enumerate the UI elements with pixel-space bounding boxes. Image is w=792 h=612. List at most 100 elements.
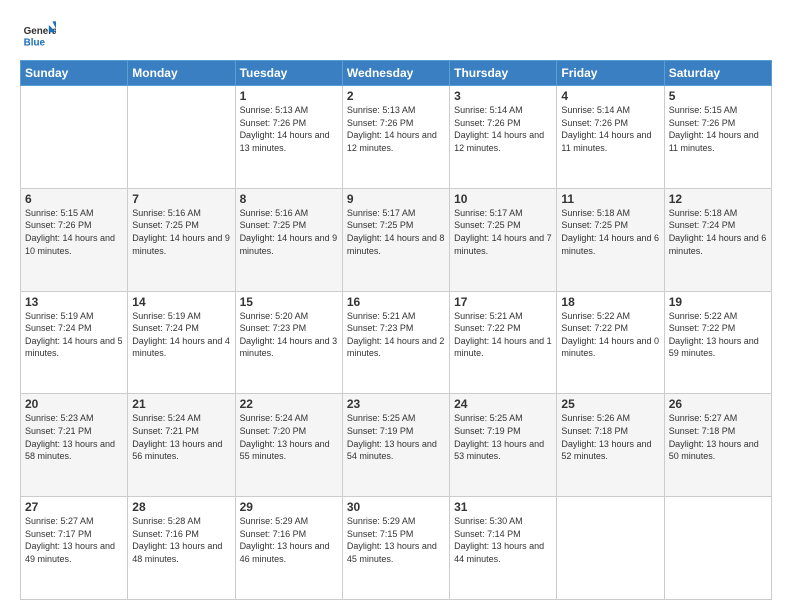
day-number: 17 (454, 295, 552, 309)
day-number: 6 (25, 192, 123, 206)
col-header-thursday: Thursday (450, 61, 557, 86)
day-info: Sunrise: 5:24 AM Sunset: 7:21 PM Dayligh… (132, 412, 230, 462)
calendar-cell (664, 497, 771, 600)
logo: General Blue (20, 16, 58, 52)
calendar-week-2: 6Sunrise: 5:15 AM Sunset: 7:26 PM Daylig… (21, 188, 772, 291)
calendar-cell: 21Sunrise: 5:24 AM Sunset: 7:21 PM Dayli… (128, 394, 235, 497)
day-info: Sunrise: 5:13 AM Sunset: 7:26 PM Dayligh… (240, 104, 338, 154)
day-number: 1 (240, 89, 338, 103)
day-number: 30 (347, 500, 445, 514)
logo-icon: General Blue (20, 16, 56, 52)
day-info: Sunrise: 5:15 AM Sunset: 7:26 PM Dayligh… (25, 207, 123, 257)
day-info: Sunrise: 5:29 AM Sunset: 7:16 PM Dayligh… (240, 515, 338, 565)
calendar-cell: 13Sunrise: 5:19 AM Sunset: 7:24 PM Dayli… (21, 291, 128, 394)
calendar-cell: 29Sunrise: 5:29 AM Sunset: 7:16 PM Dayli… (235, 497, 342, 600)
col-header-monday: Monday (128, 61, 235, 86)
calendar-cell: 27Sunrise: 5:27 AM Sunset: 7:17 PM Dayli… (21, 497, 128, 600)
calendar-cell: 11Sunrise: 5:18 AM Sunset: 7:25 PM Dayli… (557, 188, 664, 291)
calendar-cell: 19Sunrise: 5:22 AM Sunset: 7:22 PM Dayli… (664, 291, 771, 394)
day-info: Sunrise: 5:27 AM Sunset: 7:17 PM Dayligh… (25, 515, 123, 565)
calendar-cell: 3Sunrise: 5:14 AM Sunset: 7:26 PM Daylig… (450, 86, 557, 189)
calendar-cell: 26Sunrise: 5:27 AM Sunset: 7:18 PM Dayli… (664, 394, 771, 497)
calendar-cell: 31Sunrise: 5:30 AM Sunset: 7:14 PM Dayli… (450, 497, 557, 600)
calendar-cell: 15Sunrise: 5:20 AM Sunset: 7:23 PM Dayli… (235, 291, 342, 394)
col-header-friday: Friday (557, 61, 664, 86)
day-number: 4 (561, 89, 659, 103)
day-number: 21 (132, 397, 230, 411)
calendar-cell: 28Sunrise: 5:28 AM Sunset: 7:16 PM Dayli… (128, 497, 235, 600)
day-number: 31 (454, 500, 552, 514)
calendar-cell: 4Sunrise: 5:14 AM Sunset: 7:26 PM Daylig… (557, 86, 664, 189)
day-number: 15 (240, 295, 338, 309)
day-number: 25 (561, 397, 659, 411)
day-info: Sunrise: 5:25 AM Sunset: 7:19 PM Dayligh… (454, 412, 552, 462)
calendar-cell: 18Sunrise: 5:22 AM Sunset: 7:22 PM Dayli… (557, 291, 664, 394)
day-info: Sunrise: 5:27 AM Sunset: 7:18 PM Dayligh… (669, 412, 767, 462)
calendar-cell: 20Sunrise: 5:23 AM Sunset: 7:21 PM Dayli… (21, 394, 128, 497)
day-number: 11 (561, 192, 659, 206)
day-info: Sunrise: 5:17 AM Sunset: 7:25 PM Dayligh… (454, 207, 552, 257)
day-info: Sunrise: 5:13 AM Sunset: 7:26 PM Dayligh… (347, 104, 445, 154)
day-info: Sunrise: 5:15 AM Sunset: 7:26 PM Dayligh… (669, 104, 767, 154)
header: General Blue (20, 16, 772, 52)
day-info: Sunrise: 5:21 AM Sunset: 7:22 PM Dayligh… (454, 310, 552, 360)
day-number: 2 (347, 89, 445, 103)
day-number: 24 (454, 397, 552, 411)
day-info: Sunrise: 5:18 AM Sunset: 7:25 PM Dayligh… (561, 207, 659, 257)
calendar-cell: 25Sunrise: 5:26 AM Sunset: 7:18 PM Dayli… (557, 394, 664, 497)
day-number: 28 (132, 500, 230, 514)
day-info: Sunrise: 5:26 AM Sunset: 7:18 PM Dayligh… (561, 412, 659, 462)
day-info: Sunrise: 5:14 AM Sunset: 7:26 PM Dayligh… (561, 104, 659, 154)
svg-text:Blue: Blue (24, 38, 46, 49)
day-info: Sunrise: 5:19 AM Sunset: 7:24 PM Dayligh… (132, 310, 230, 360)
day-number: 16 (347, 295, 445, 309)
day-number: 10 (454, 192, 552, 206)
day-info: Sunrise: 5:22 AM Sunset: 7:22 PM Dayligh… (561, 310, 659, 360)
calendar-cell: 2Sunrise: 5:13 AM Sunset: 7:26 PM Daylig… (342, 86, 449, 189)
calendar-cell: 12Sunrise: 5:18 AM Sunset: 7:24 PM Dayli… (664, 188, 771, 291)
day-number: 14 (132, 295, 230, 309)
calendar-cell: 30Sunrise: 5:29 AM Sunset: 7:15 PM Dayli… (342, 497, 449, 600)
page: General Blue SundayMondayTuesdayWednesda… (0, 0, 792, 612)
day-info: Sunrise: 5:16 AM Sunset: 7:25 PM Dayligh… (132, 207, 230, 257)
calendar-cell: 24Sunrise: 5:25 AM Sunset: 7:19 PM Dayli… (450, 394, 557, 497)
day-number: 27 (25, 500, 123, 514)
calendar-cell: 10Sunrise: 5:17 AM Sunset: 7:25 PM Dayli… (450, 188, 557, 291)
calendar-week-4: 20Sunrise: 5:23 AM Sunset: 7:21 PM Dayli… (21, 394, 772, 497)
day-number: 8 (240, 192, 338, 206)
calendar-cell: 8Sunrise: 5:16 AM Sunset: 7:25 PM Daylig… (235, 188, 342, 291)
day-number: 13 (25, 295, 123, 309)
day-number: 23 (347, 397, 445, 411)
calendar-week-3: 13Sunrise: 5:19 AM Sunset: 7:24 PM Dayli… (21, 291, 772, 394)
day-number: 26 (669, 397, 767, 411)
col-header-tuesday: Tuesday (235, 61, 342, 86)
day-info: Sunrise: 5:17 AM Sunset: 7:25 PM Dayligh… (347, 207, 445, 257)
calendar-cell: 9Sunrise: 5:17 AM Sunset: 7:25 PM Daylig… (342, 188, 449, 291)
calendar-week-5: 27Sunrise: 5:27 AM Sunset: 7:17 PM Dayli… (21, 497, 772, 600)
day-number: 19 (669, 295, 767, 309)
col-header-sunday: Sunday (21, 61, 128, 86)
day-number: 7 (132, 192, 230, 206)
day-info: Sunrise: 5:28 AM Sunset: 7:16 PM Dayligh… (132, 515, 230, 565)
calendar-cell: 14Sunrise: 5:19 AM Sunset: 7:24 PM Dayli… (128, 291, 235, 394)
day-info: Sunrise: 5:24 AM Sunset: 7:20 PM Dayligh… (240, 412, 338, 462)
calendar-cell (128, 86, 235, 189)
calendar-cell: 16Sunrise: 5:21 AM Sunset: 7:23 PM Dayli… (342, 291, 449, 394)
day-info: Sunrise: 5:30 AM Sunset: 7:14 PM Dayligh… (454, 515, 552, 565)
day-info: Sunrise: 5:21 AM Sunset: 7:23 PM Dayligh… (347, 310, 445, 360)
day-number: 20 (25, 397, 123, 411)
day-info: Sunrise: 5:19 AM Sunset: 7:24 PM Dayligh… (25, 310, 123, 360)
day-info: Sunrise: 5:29 AM Sunset: 7:15 PM Dayligh… (347, 515, 445, 565)
calendar-cell: 6Sunrise: 5:15 AM Sunset: 7:26 PM Daylig… (21, 188, 128, 291)
day-info: Sunrise: 5:22 AM Sunset: 7:22 PM Dayligh… (669, 310, 767, 360)
day-info: Sunrise: 5:18 AM Sunset: 7:24 PM Dayligh… (669, 207, 767, 257)
calendar-cell: 23Sunrise: 5:25 AM Sunset: 7:19 PM Dayli… (342, 394, 449, 497)
calendar-week-1: 1Sunrise: 5:13 AM Sunset: 7:26 PM Daylig… (21, 86, 772, 189)
day-info: Sunrise: 5:16 AM Sunset: 7:25 PM Dayligh… (240, 207, 338, 257)
calendar-cell: 1Sunrise: 5:13 AM Sunset: 7:26 PM Daylig… (235, 86, 342, 189)
calendar-cell (557, 497, 664, 600)
calendar-cell: 5Sunrise: 5:15 AM Sunset: 7:26 PM Daylig… (664, 86, 771, 189)
day-number: 5 (669, 89, 767, 103)
calendar-table: SundayMondayTuesdayWednesdayThursdayFrid… (20, 60, 772, 600)
day-info: Sunrise: 5:14 AM Sunset: 7:26 PM Dayligh… (454, 104, 552, 154)
